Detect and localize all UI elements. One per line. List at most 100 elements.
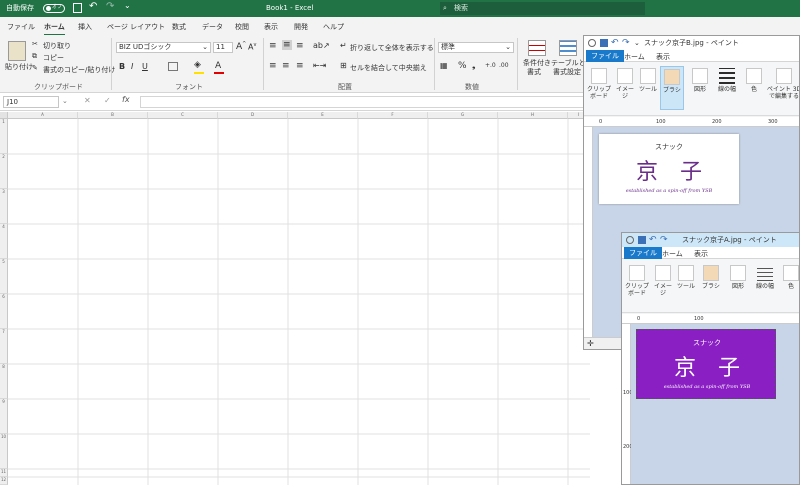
- line-width-button[interactable]: 線の幅: [714, 68, 740, 93]
- decrease-decimal-icon[interactable]: .00: [499, 62, 509, 69]
- copy-icon[interactable]: ⧉: [32, 52, 37, 61]
- column-header[interactable]: D: [218, 112, 288, 119]
- tab-home[interactable]: ホーム: [44, 22, 65, 36]
- align-center-icon[interactable]: ≡: [282, 61, 290, 71]
- shapes-button[interactable]: 図形: [728, 265, 748, 290]
- copy-button[interactable]: コピー: [43, 53, 64, 63]
- column-header[interactable]: F: [358, 112, 428, 119]
- shapes-button[interactable]: 図形: [690, 68, 710, 93]
- image-button[interactable]: イメージ: [614, 68, 636, 100]
- bold-icon[interactable]: B: [119, 62, 125, 71]
- colors-button[interactable]: 色: [744, 68, 764, 93]
- tab-data[interactable]: データ: [202, 22, 223, 32]
- merge-icon[interactable]: ⊞: [340, 61, 347, 70]
- paste-button[interactable]: 貼り付け: [5, 62, 33, 72]
- paint-b-tab-home[interactable]: ホーム: [624, 52, 645, 62]
- conditional-format-icon[interactable]: [528, 40, 546, 56]
- paste-icon[interactable]: [8, 41, 26, 61]
- column-header[interactable]: C: [148, 112, 218, 119]
- currency-icon[interactable]: ▦: [440, 61, 448, 70]
- format-as-table-label-2[interactable]: 書式設定: [553, 67, 581, 77]
- align-bottom-icon[interactable]: ≡: [296, 41, 304, 51]
- clipboard-button[interactable]: クリップボード: [586, 68, 612, 100]
- undo-icon[interactable]: ↶: [611, 36, 619, 50]
- brushes-button[interactable]: ブラシ: [700, 265, 722, 290]
- merge-center-button[interactable]: セルを結合して中央揃え: [350, 63, 427, 73]
- save-icon[interactable]: [73, 3, 82, 13]
- format-painter-icon[interactable]: ✎: [32, 64, 38, 72]
- decrease-font-icon[interactable]: Av: [248, 42, 256, 52]
- paint-b-tab-view[interactable]: 表示: [656, 52, 670, 62]
- comma-icon[interactable]: ❟: [472, 61, 476, 71]
- row-header[interactable]: 10: [0, 434, 8, 469]
- brushes-button[interactable]: ブラシ: [660, 66, 684, 110]
- tab-developer[interactable]: 開発: [294, 22, 308, 32]
- format-painter-button[interactable]: 書式のコピー/貼り付け: [43, 65, 115, 75]
- underline-icon[interactable]: U: [142, 62, 148, 71]
- column-header[interactable]: E: [288, 112, 358, 119]
- paint-a-canvas-area[interactable]: スナック 京 子 established as a spin-off from …: [631, 324, 799, 484]
- conditional-format-label-2[interactable]: 書式: [527, 67, 541, 77]
- image-b-canvas[interactable]: スナック 京 子 established as a spin-off from …: [599, 134, 739, 204]
- paint-a-tab-file[interactable]: ファイル: [624, 247, 662, 259]
- row-header[interactable]: 6: [0, 294, 8, 329]
- save-icon[interactable]: [600, 39, 608, 47]
- align-left-icon[interactable]: ≡: [269, 61, 277, 71]
- tab-insert[interactable]: 挿入: [78, 22, 92, 32]
- customize-quick-access-icon[interactable]: ⌄: [124, 1, 131, 10]
- redo-icon[interactable]: ↷: [622, 36, 630, 50]
- scissors-icon[interactable]: ✂: [32, 40, 38, 48]
- tab-view[interactable]: 表示: [264, 22, 278, 32]
- paint-a-tab-home[interactable]: ホーム: [662, 249, 683, 259]
- tools-button[interactable]: ツール: [676, 265, 696, 290]
- worksheet-grid[interactable]: A B C D E F G H I 1 2 3 4 5 6 7 8 9 10 1…: [0, 112, 590, 485]
- italic-icon[interactable]: I: [131, 62, 133, 71]
- fill-color-icon[interactable]: ◈: [194, 60, 201, 70]
- font-size-select[interactable]: 11: [213, 42, 233, 53]
- column-header[interactable]: G: [428, 112, 498, 119]
- colors-button[interactable]: 色: [782, 265, 799, 290]
- row-header[interactable]: 5: [0, 259, 8, 294]
- image-button[interactable]: イメージ: [652, 265, 674, 297]
- select-all-button[interactable]: [0, 112, 8, 119]
- row-header[interactable]: 7: [0, 329, 8, 364]
- name-box-dropdown-icon[interactable]: ⌄: [62, 97, 68, 105]
- align-right-icon[interactable]: ≡: [296, 61, 304, 71]
- line-width-button[interactable]: 線の幅: [752, 265, 778, 290]
- paint-b-tab-file[interactable]: ファイル: [586, 50, 624, 62]
- cut-button[interactable]: 切り取り: [43, 41, 71, 51]
- row-header[interactable]: 2: [0, 154, 8, 189]
- tab-page-layout[interactable]: ページ レイアウト: [107, 22, 165, 32]
- indent-icon[interactable]: ⇤⇥: [313, 61, 326, 70]
- clipboard-button[interactable]: クリップボード: [624, 265, 650, 297]
- font-color-icon[interactable]: A: [215, 61, 221, 71]
- search-box[interactable]: ⌕ 検索: [440, 2, 645, 15]
- wrap-text-icon[interactable]: ↵: [340, 41, 347, 50]
- redo-icon[interactable]: ↷: [106, 1, 114, 12]
- save-icon[interactable]: [638, 236, 646, 244]
- formula-input[interactable]: [140, 96, 600, 108]
- edit-paint3d-button[interactable]: ペイント 3D で編集する: [766, 68, 799, 100]
- row-header[interactable]: 12: [0, 477, 8, 485]
- borders-icon[interactable]: [168, 62, 178, 71]
- row-header[interactable]: 8: [0, 364, 8, 399]
- wrap-text-button[interactable]: 折り返して全体を表示する: [350, 43, 434, 53]
- undo-icon[interactable]: ↶: [89, 1, 97, 12]
- row-header[interactable]: 9: [0, 399, 8, 434]
- align-middle-icon[interactable]: ≡: [282, 40, 292, 50]
- row-header[interactable]: 3: [0, 189, 8, 224]
- tab-review[interactable]: 校閲: [235, 22, 249, 32]
- column-header[interactable]: A: [8, 112, 78, 119]
- paint-a-tab-view[interactable]: 表示: [694, 249, 708, 259]
- orientation-icon[interactable]: ab↗: [313, 41, 330, 50]
- increase-font-icon[interactable]: A^: [236, 41, 246, 52]
- tools-button[interactable]: ツール: [638, 68, 658, 93]
- redo-icon[interactable]: ↷: [660, 233, 668, 247]
- row-header[interactable]: 1: [0, 119, 8, 154]
- format-as-table-icon[interactable]: [559, 40, 577, 56]
- align-top-icon[interactable]: ≡: [269, 41, 277, 51]
- column-header[interactable]: B: [78, 112, 148, 119]
- row-header[interactable]: 4: [0, 224, 8, 259]
- cancel-icon[interactable]: ✕: [84, 96, 91, 105]
- row-header[interactable]: 11: [0, 469, 8, 477]
